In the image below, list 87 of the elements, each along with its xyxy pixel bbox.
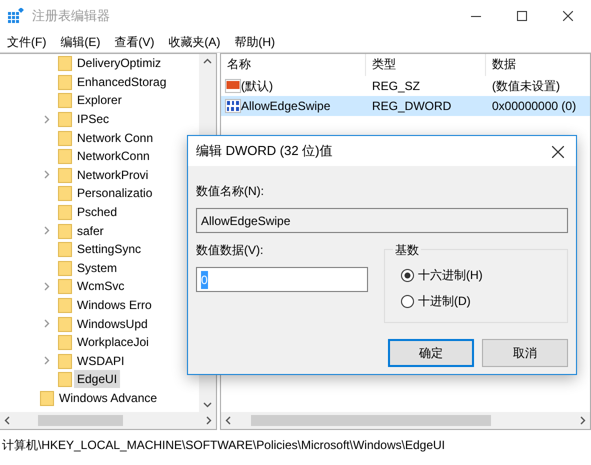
dialog-title: 编辑 DWORD (32 位)值: [196, 142, 332, 160]
column-header[interactable]: 类型: [366, 54, 486, 76]
folder-icon: [58, 316, 72, 332]
folder-icon: [58, 130, 72, 146]
tree-item[interactable]: System: [74, 258, 120, 277]
menu-item[interactable]: 帮助(H): [227, 32, 282, 52]
folder-icon: [58, 111, 72, 128]
scrollbar-thumb[interactable]: [38, 415, 123, 426]
window-title: 注册表编辑器: [32, 7, 110, 26]
table-cell-text: 0x00000000 (0): [491, 98, 578, 115]
radio-label: 十六进制(H): [418, 267, 483, 284]
binary-value-icon: [225, 98, 241, 114]
scroll-left-icon[interactable]: [4, 416, 10, 425]
expand-chevron-icon[interactable]: [44, 319, 50, 328]
expand-chevron-icon[interactable]: [44, 170, 50, 180]
folder-icon: [58, 74, 72, 90]
folder-icon: [58, 260, 72, 276]
value-name: AllowEdgeSwipe: [241, 98, 330, 115]
tree-item[interactable]: WcmSvc: [74, 277, 128, 296]
scroll-right-icon[interactable]: [206, 416, 212, 425]
folder-icon: [40, 390, 54, 406]
menu-item[interactable]: 文件(F): [0, 32, 54, 52]
scroll-right-icon[interactable]: [580, 416, 586, 425]
tree-item[interactable]: NetworkConn: [74, 147, 153, 166]
table-cell-text: REG_DWORD: [371, 98, 452, 115]
scroll-down-icon[interactable]: [203, 402, 212, 408]
folder-icon: [58, 55, 72, 72]
folder-icon: [58, 352, 72, 369]
expand-chevron-icon[interactable]: [44, 282, 50, 291]
menu-item[interactable]: 收藏夹(A): [161, 32, 228, 52]
tree-item[interactable]: IPSec: [74, 110, 112, 128]
radio-button[interactable]: [401, 268, 414, 282]
table-cell-text: REG_SZ: [371, 78, 422, 95]
folder-icon: [58, 278, 72, 294]
tree-item[interactable]: WSDAPI: [74, 352, 128, 370]
folder-icon: [58, 371, 72, 388]
tree-item[interactable]: Personalizatio: [74, 184, 156, 202]
folder-icon: [58, 185, 72, 202]
menu-item[interactable]: 编辑(E): [53, 32, 108, 52]
tree-item[interactable]: SettingSync: [74, 240, 144, 258]
scroll-up-icon[interactable]: [203, 58, 212, 64]
tree-item[interactable]: Network Conn: [74, 128, 156, 147]
dialog-button[interactable]: 确定: [388, 339, 474, 367]
radio-button[interactable]: [401, 294, 414, 308]
tree-item[interactable]: Explorer: [74, 91, 125, 110]
radio-label: 十进制(D): [418, 293, 471, 310]
folder-icon: [58, 92, 72, 108]
expand-chevron-icon[interactable]: [44, 114, 50, 124]
value-name-field[interactable]: AllowEdgeSwipe: [196, 208, 568, 233]
scrollbar-thumb[interactable]: [251, 415, 491, 426]
expand-chevron-icon[interactable]: [44, 356, 50, 366]
tree-item[interactable]: WorkplaceJoi: [74, 333, 152, 352]
string-value-icon: [225, 78, 241, 94]
tree-item[interactable]: NetworkProvi: [74, 166, 152, 184]
tree-item[interactable]: safer: [74, 222, 107, 240]
field-label: 数值名称(N):: [196, 183, 265, 200]
tree-item[interactable]: EnhancedStorag: [74, 72, 170, 91]
field-label: 数值数据(V):: [196, 242, 264, 259]
folder-icon: [58, 334, 72, 350]
group-label: 基数: [393, 241, 421, 259]
menu-item[interactable]: 查看(V): [107, 32, 162, 52]
folder-icon: [58, 222, 72, 239]
column-header[interactable]: 数据: [486, 54, 590, 76]
maximize-icon: [517, 11, 527, 21]
value-row[interactable]: AllowEdgeSwipe REG_DWORD 0x00000000 (0): [221, 96, 590, 116]
registry-icon: [8, 8, 24, 24]
dialog-button[interactable]: 取消: [482, 339, 568, 367]
tree-item[interactable]: Psched: [74, 203, 120, 222]
tree-item[interactable]: Windows Advance: [56, 388, 160, 407]
tree-item[interactable]: EdgeUI: [74, 370, 120, 388]
folder-icon: [58, 148, 72, 164]
tree-item[interactable]: Windows Erro: [74, 296, 155, 314]
tree-item[interactable]: DeliveryOptimiz: [74, 54, 164, 72]
expand-chevron-icon[interactable]: [44, 226, 50, 236]
table-cell-text: (数值未设置): [491, 78, 561, 95]
value-row[interactable]: (默认) REG_SZ (数值未设置): [221, 76, 590, 96]
close-icon: [552, 146, 564, 158]
folder-icon: [58, 241, 72, 258]
status-text: 计算机\HKEY_LOCAL_MACHINE\SOFTWARE\Policies\Microsoft\Windows\EdgeUI: [1, 437, 446, 454]
scroll-left-icon[interactable]: [225, 416, 231, 425]
close-icon: [563, 11, 573, 21]
column-header[interactable]: 名称: [221, 54, 366, 76]
tree-item[interactable]: WindowsUpd: [74, 314, 151, 333]
value-name: (默认): [241, 78, 273, 95]
folder-icon: [58, 297, 72, 314]
folder-icon: [58, 166, 72, 183]
folder-icon: [58, 204, 72, 220]
